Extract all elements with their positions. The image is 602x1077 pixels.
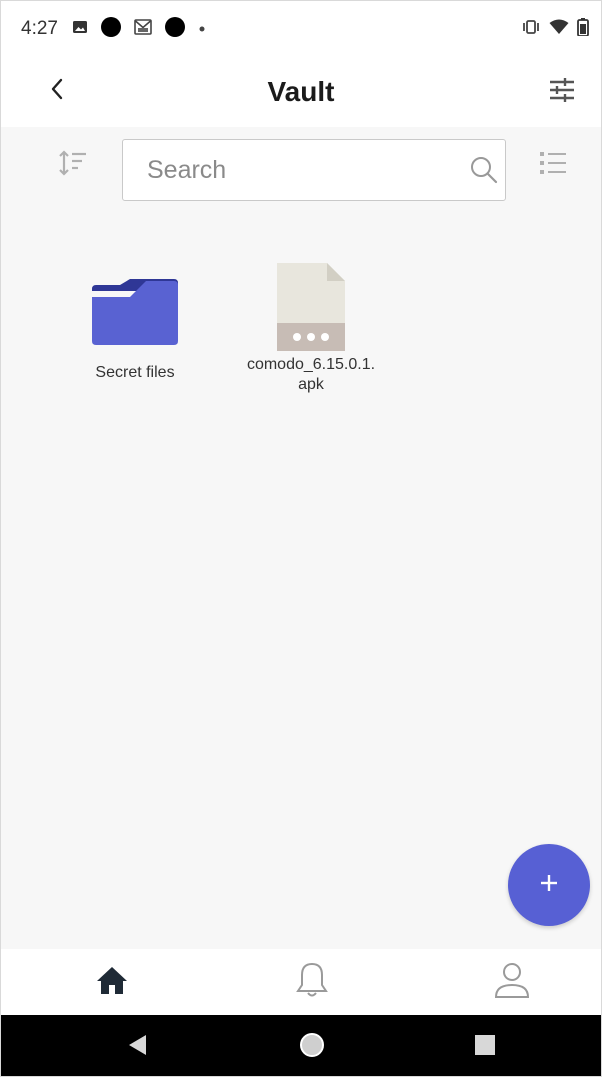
vibrate-icon <box>521 19 541 40</box>
nav-profile[interactable] <box>487 959 537 1005</box>
bottom-nav <box>1 949 601 1015</box>
system-home-button[interactable] <box>296 1031 328 1063</box>
search-icon[interactable] <box>469 153 499 187</box>
dot-icon <box>100 16 122 43</box>
gmail-icon <box>134 18 152 40</box>
add-button[interactable] <box>508 844 590 926</box>
home-circle-icon <box>298 1031 326 1064</box>
notification-icons <box>72 16 206 43</box>
battery-icon <box>577 17 589 41</box>
bell-icon <box>296 961 328 1004</box>
file-item-comodo-apk[interactable]: comodo_6.15.0.1. apk <box>231 263 391 395</box>
profile-icon <box>493 961 531 1004</box>
search-input[interactable] <box>147 155 469 185</box>
folder-item-secret-files[interactable]: Secret files <box>55 267 215 383</box>
recents-square-icon <box>474 1034 496 1061</box>
page-title: Vault <box>267 76 335 107</box>
search-box[interactable] <box>122 139 506 201</box>
search-row <box>1 127 601 215</box>
list-icon <box>538 150 568 181</box>
folder-icon <box>55 267 215 347</box>
status-time: 4:27 <box>21 18 58 39</box>
sort-icon <box>58 149 88 182</box>
plus-icon <box>539 873 559 898</box>
tune-icon <box>548 77 576 108</box>
small-dot-icon <box>198 20 206 38</box>
screen: 4:27 Vault Search Secret files comodo_6.… <box>0 0 602 1077</box>
back-triangle-icon <box>126 1033 148 1062</box>
status-bar: 4:27 <box>1 1 601 57</box>
file-name-line-1: comodo_6.15.0.1. <box>246 356 376 373</box>
dot-icon <box>164 16 186 43</box>
app-bar: Vault <box>1 57 601 127</box>
filter-button[interactable] <box>541 71 583 113</box>
file-name-line-2: apk <box>298 376 324 393</box>
nav-notifications[interactable] <box>287 959 337 1005</box>
system-nav-bar <box>1 1015 601 1076</box>
file-icon <box>231 263 391 351</box>
image-icon <box>72 19 88 40</box>
list-view-button[interactable] <box>533 145 573 185</box>
file-name: Secret files <box>95 364 175 381</box>
wifi-icon <box>549 19 569 40</box>
nav-home[interactable] <box>87 959 137 1005</box>
system-back-button[interactable] <box>121 1031 153 1063</box>
home-icon <box>94 964 130 1001</box>
system-status-icons <box>521 17 589 41</box>
sort-button[interactable] <box>53 145 93 185</box>
system-recents-button[interactable] <box>469 1031 501 1063</box>
